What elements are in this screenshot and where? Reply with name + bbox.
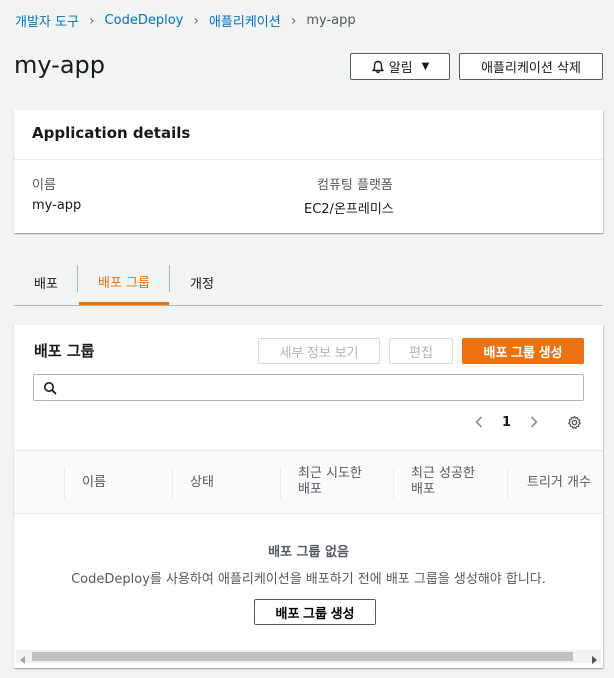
page-number[interactable]: 1 xyxy=(502,415,511,430)
caret-down-icon: ▼ xyxy=(421,61,430,72)
view-details-button[interactable]: 세부 정보 보기 xyxy=(258,338,380,364)
edit-button[interactable]: 편집 xyxy=(389,338,453,364)
bell-icon xyxy=(371,60,385,74)
groups-title: 배포 그룹 xyxy=(34,342,95,360)
scrollbar-thumb[interactable] xyxy=(32,652,573,661)
application-details-panel: Application details 이름 my-app 컴퓨팅 플랫폼 EC… xyxy=(14,110,603,233)
column-header-last-attempted[interactable]: 최근 시도한 배포 xyxy=(298,466,362,498)
scroll-left-icon[interactable] xyxy=(19,653,27,664)
page-title: my-app xyxy=(14,51,105,79)
notify-dropdown-button[interactable]: 알림 ▼ xyxy=(350,53,450,80)
tab-revisions[interactable]: 개정 xyxy=(190,260,214,305)
column-divider xyxy=(280,467,281,499)
column-divider xyxy=(172,467,173,499)
platform-label: 컴퓨팅 플랫폼 xyxy=(317,178,393,193)
column-header-last-succeeded[interactable]: 최근 성공한 배포 xyxy=(411,466,475,498)
tab-bar: 배포 배포 그룹 개정 xyxy=(14,260,603,306)
column-header-status[interactable]: 상태 xyxy=(190,475,214,491)
name-label: 이름 xyxy=(32,178,56,193)
tab-deployment-groups[interactable]: 배포 그룹 xyxy=(79,260,169,305)
delete-application-button[interactable]: 애플리케이션 삭제 xyxy=(459,53,603,80)
breadcrumb-applications[interactable]: 애플리케이션 xyxy=(209,11,281,30)
empty-state-title: 배포 그룹 없음 xyxy=(268,545,349,560)
chevron-right-icon: › xyxy=(290,12,297,29)
breadcrumb: 개발자 도구 › CodeDeploy › 애플리케이션 › my-app xyxy=(15,11,356,31)
search-input[interactable] xyxy=(64,378,574,398)
details-header: Application details xyxy=(14,110,603,160)
tab-divider xyxy=(169,265,170,292)
empty-create-deployment-group-button[interactable]: 배포 그룹 생성 xyxy=(254,599,376,625)
breadcrumb-current: my-app xyxy=(306,13,356,28)
table-header: 이름 상태 최근 시도한 배포 최근 성공한 배포 트리거 개수 xyxy=(14,450,603,514)
chevron-right-icon: › xyxy=(88,12,95,29)
platform-value: EC2/온프레미스 xyxy=(304,202,394,217)
breadcrumb-codedeploy[interactable]: CodeDeploy xyxy=(105,13,184,28)
create-deployment-group-button[interactable]: 배포 그룹 생성 xyxy=(462,338,584,364)
column-divider xyxy=(393,467,394,499)
gear-icon[interactable] xyxy=(567,415,582,434)
chevron-right-icon: › xyxy=(193,12,199,29)
empty-state-description: CodeDeploy를 사용하여 애플리케이션을 배포하기 전에 배포 그룹을 … xyxy=(71,572,546,587)
deployment-groups-panel: 배포 그룹 세부 정보 보기 편집 배포 그룹 생성 1 이름 상태 최근 시도… xyxy=(14,325,603,668)
breadcrumb-dev-tools[interactable]: 개발자 도구 xyxy=(15,11,79,30)
scroll-right-icon[interactable] xyxy=(590,653,598,664)
chevron-left-icon[interactable] xyxy=(473,412,485,432)
column-divider xyxy=(507,467,508,499)
name-value: my-app xyxy=(32,198,82,213)
pagination: 1 xyxy=(473,412,540,432)
column-header-name[interactable]: 이름 xyxy=(82,475,106,491)
search-icon xyxy=(43,381,57,399)
chevron-right-icon[interactable] xyxy=(528,412,540,432)
horizontal-scrollbar[interactable] xyxy=(16,650,601,664)
notify-label: 알림 xyxy=(388,61,413,76)
column-divider xyxy=(64,467,65,499)
tab-deployments[interactable]: 배포 xyxy=(34,260,58,305)
column-header-trigger-count[interactable]: 트리거 개수 xyxy=(527,475,591,491)
tab-divider xyxy=(77,265,78,292)
search-box xyxy=(33,374,584,401)
